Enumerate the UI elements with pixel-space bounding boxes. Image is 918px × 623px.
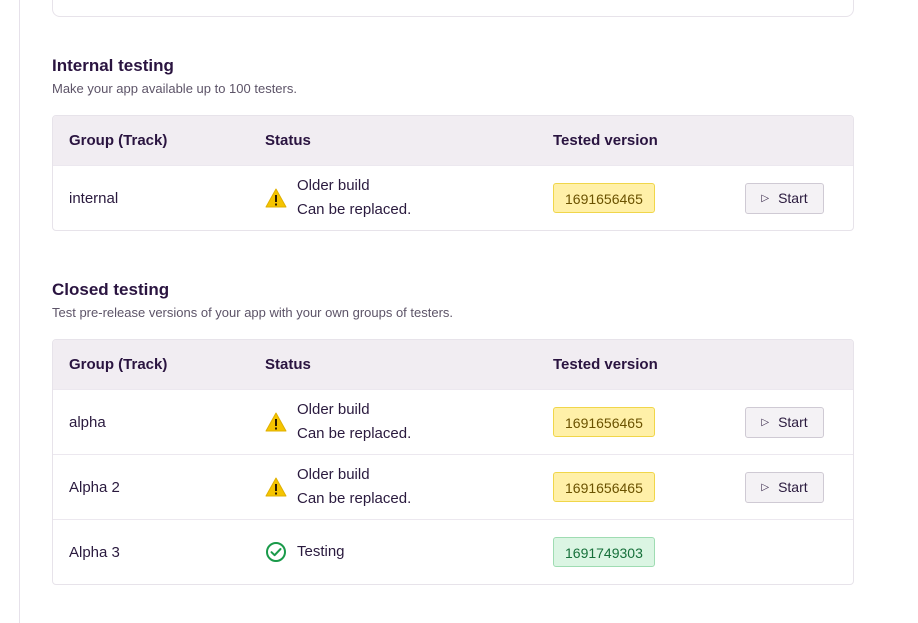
column-header-version: Tested version: [553, 356, 658, 373]
start-button-label: Start: [778, 479, 808, 495]
version-badge: 1691656465: [553, 472, 655, 502]
section-subtitle: Test pre-release versions of your app wi…: [52, 305, 454, 320]
status-text: Older build Can be replaced.: [297, 463, 411, 511]
start-button[interactable]: ▷ Start: [745, 406, 824, 438]
group-name: Alpha 3: [69, 543, 120, 561]
status-text: Older build Can be replaced.: [297, 398, 411, 446]
internal-tracks-table: Group (Track) Status Tested version inte…: [52, 115, 854, 231]
internal-testing-section: Internal testing Make your app available…: [52, 55, 854, 231]
column-header-group: Group (Track): [69, 356, 168, 373]
status-text: Older build Can be replaced.: [297, 174, 411, 222]
column-header-version: Tested version: [553, 132, 658, 149]
check-circle-icon: [266, 542, 286, 562]
version-badge: 1691749303: [553, 537, 655, 567]
previous-card: [52, 0, 854, 17]
start-button[interactable]: ▷ Start: [745, 471, 824, 503]
group-name: Alpha 2: [69, 478, 120, 496]
start-button-label: Start: [778, 414, 808, 430]
status-line-2: Can be replaced.: [297, 201, 412, 218]
column-header-status: Status: [265, 356, 311, 373]
group-name: alpha: [69, 413, 106, 431]
section-subtitle: Make your app available up to 100 tester…: [52, 81, 297, 96]
play-icon: ▷: [761, 416, 770, 428]
table-header: Group (Track) Status Tested version: [53, 116, 853, 165]
play-icon: ▷: [761, 481, 770, 493]
status-line-1: Older build: [297, 401, 370, 418]
table-row: Alpha 2 Older build Can be replaced. 169…: [53, 454, 853, 519]
status-line-2: Can be replaced.: [297, 490, 412, 507]
table-row: alpha Older build Can be replaced. 16916…: [53, 389, 853, 454]
sidebar-divider: [19, 0, 20, 623]
warning-icon: [265, 188, 287, 208]
table-row: internal Older build Can be replaced. 16…: [53, 165, 853, 230]
status-line-1: Testing: [297, 543, 345, 560]
column-header-status: Status: [265, 132, 311, 149]
warning-icon: [265, 412, 287, 432]
table-row: Alpha 3 Testing 1691749303: [53, 519, 853, 584]
status-text: Testing: [297, 540, 345, 564]
status-line-1: Older build: [297, 177, 370, 194]
version-badge: 1691656465: [553, 407, 655, 437]
warning-icon: [265, 477, 287, 497]
closed-tracks-table: Group (Track) Status Tested version alph…: [52, 339, 854, 585]
closed-testing-section: Closed testing Test pre-release versions…: [52, 279, 854, 585]
status-line-1: Older build: [297, 466, 370, 483]
group-name: internal: [69, 189, 119, 207]
status-line-2: Can be replaced.: [297, 425, 412, 442]
table-header: Group (Track) Status Tested version: [53, 340, 853, 389]
play-icon: ▷: [761, 192, 770, 204]
start-button-label: Start: [778, 190, 808, 206]
column-header-group: Group (Track): [69, 132, 168, 149]
section-title: Closed testing: [52, 280, 170, 299]
section-title: Internal testing: [52, 56, 174, 75]
start-button[interactable]: ▷ Start: [745, 182, 824, 214]
version-badge: 1691656465: [553, 183, 655, 213]
